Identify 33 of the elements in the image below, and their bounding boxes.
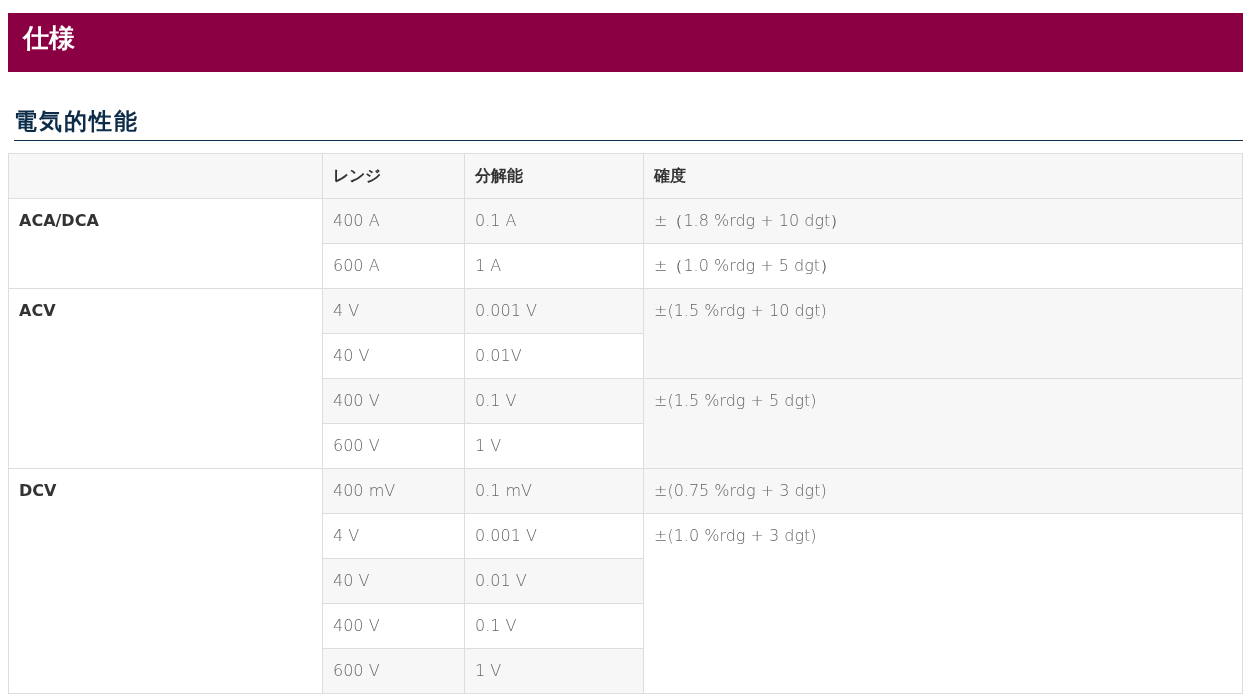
table-cell: 400 mV [322, 468, 465, 514]
row-label: DCV [8, 468, 323, 694]
table-cell: 0.001 V [464, 513, 644, 559]
table-cell: 400 A [322, 198, 465, 244]
table-cell: 4 V [322, 513, 465, 559]
table-cell: ±（1.0 %rdg + 5 dgt） [643, 243, 1243, 289]
column-header: レンジ [322, 153, 465, 199]
column-header: 確度 [643, 153, 1243, 199]
table-cell: ±（1.8 %rdg + 10 dgt） [643, 198, 1243, 244]
section-heading: 電気的性能 [14, 108, 1243, 141]
table-cell: 0.001 V [464, 288, 644, 334]
table-cell: ±(1.0 %rdg + 3 dgt) [643, 513, 1243, 694]
table-cell: 1 A [464, 243, 644, 289]
column-header: 分解能 [464, 153, 644, 199]
row-label: ACA/DCA [8, 198, 323, 289]
table-cell: 4 V [322, 288, 465, 334]
table-cell: ±(0.75 %rdg + 3 dgt) [643, 468, 1243, 514]
table-cell: 0.1 mV [464, 468, 644, 514]
table-cell: 400 V [322, 603, 465, 649]
row-label: ACV [8, 288, 323, 469]
table-cell: 600 A [322, 243, 465, 289]
table-cell: 40 V [322, 333, 465, 379]
table-cell: 0.1 A [464, 198, 644, 244]
table-cell: 400 V [322, 378, 465, 424]
table-cell: ±(1.5 %rdg + 5 dgt) [643, 378, 1243, 469]
table-cell: 0.1 V [464, 378, 644, 424]
table-cell: 600 V [322, 648, 465, 694]
page-title: 仕様 [8, 13, 1243, 72]
table-cell: 1 V [464, 648, 644, 694]
table-cell: 600 V [322, 423, 465, 469]
table-cell: ±(1.5 %rdg + 10 dgt) [643, 288, 1243, 379]
table-cell: 40 V [322, 558, 465, 604]
table-cell: 0.01 V [464, 558, 644, 604]
